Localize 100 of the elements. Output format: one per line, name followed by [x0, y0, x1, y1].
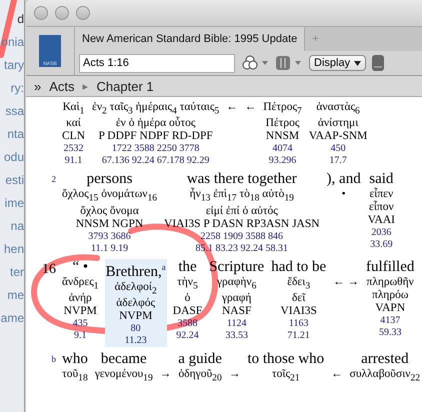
caret-icon[interactable]: [354, 60, 362, 66]
greek-word[interactable]: ὁδηγοῦ$_{20}$: [178, 368, 222, 384]
lemma-text[interactable]: πληρόω: [372, 288, 408, 302]
greek-word[interactable]: ἀδελφοί$_{2}$: [114, 280, 157, 297]
greek-word[interactable]: εἶπεν: [369, 188, 394, 202]
louw-nida-number[interactable]: 11.1 9.19: [90, 242, 128, 255]
word-order-arrow: ←: [244, 101, 256, 114]
display-button[interactable]: Display: [309, 55, 366, 71]
reference-field[interactable]: Acts 1:16: [79, 54, 235, 72]
greek-word[interactable]: πληρωθῆν: [366, 276, 414, 289]
english-word: a guide: [178, 350, 222, 368]
word-order-arrow: ← →: [333, 276, 360, 289]
greek-word[interactable]: Καὶ$_{1}$: [62, 101, 84, 118]
greek-word[interactable]: γραφὴν$_{6}$: [216, 276, 256, 292]
english-word: Brethren,$^{a}$: [106, 260, 166, 281]
lemma-text[interactable]: δεῖ: [292, 292, 306, 305]
lemma-text[interactable]: ἀνίστημι: [318, 117, 358, 130]
expand-button[interactable]: »: [34, 78, 42, 94]
lemma-text[interactable]: Πέτρος: [266, 117, 300, 130]
louw-nida-number[interactable]: 67.136 92.24 67.178 92.29: [102, 155, 210, 168]
greek-word[interactable]: Πέτρος$_{7}$: [263, 101, 302, 118]
english-word: was there together: [186, 171, 297, 188]
strongs-number[interactable]: 1163: [288, 318, 308, 330]
lemma-text[interactable]: εἶπον: [368, 201, 394, 214]
sidebar-text: ame: [0, 311, 24, 325]
greek-word[interactable]: ὄχλος$_{15}$ ὀνομάτων$_{16}$: [62, 188, 158, 205]
louw-nida-number[interactable]: 17.7: [329, 155, 347, 168]
footnote-link[interactable]: b: [40, 350, 56, 364]
lemma-text[interactable]: ἀδελφός: [116, 296, 156, 310]
lemma-text[interactable]: ὄχλος ὄνομα: [80, 204, 139, 218]
sidebar-text: ry:: [10, 81, 24, 95]
morphology-text: CLN: [62, 130, 85, 144]
panel-dropdown-icon[interactable]: [275, 55, 303, 71]
verse-number[interactable]: 16: [40, 258, 56, 278]
breadcrumb-link[interactable]: Acts: [49, 78, 75, 94]
greek-word[interactable]: γενομένου$_{19}$: [94, 368, 153, 384]
greek-word[interactable]: ἔδει$_{3}$: [287, 276, 310, 292]
louw-nida-number[interactable]: 33.69: [370, 239, 393, 252]
strongs-number[interactable]: 80: [130, 322, 141, 335]
english-word: Scripture: [209, 258, 264, 276]
window-button[interactable]: [34, 6, 48, 20]
sidebar-text: ssa: [5, 104, 24, 118]
greek-word[interactable]: ἐν$_{2}$ ταῖς$_{3}$ ἡμέραις$_{4}$ ταύταις$_{5}$: [92, 101, 220, 118]
strongs-number[interactable]: 2258 1909 3588 846: [200, 230, 284, 243]
english-word: to those who: [247, 350, 324, 368]
strongs-number[interactable]: 4137: [380, 314, 400, 327]
separator-arrow: ▸: [82, 80, 89, 92]
english-word: had to be: [271, 258, 326, 276]
louw-nida-number[interactable]: 9.1: [74, 330, 87, 342]
panel-icon[interactable]: [372, 54, 384, 72]
footnote-link[interactable]: a: [162, 262, 166, 272]
morphology-text: NVPM: [119, 310, 152, 323]
english-word: arrested: [361, 350, 409, 368]
window-button[interactable]: [55, 6, 69, 20]
word-order-arrow: →: [160, 368, 172, 381]
morphology-text: P DDPF NDPF RD-DPF: [98, 130, 213, 144]
word-order-arrow: ←: [226, 101, 238, 114]
morphology-text: VIAI3S P DASN RP3ASN JASN: [164, 218, 320, 231]
louw-nida-number[interactable]: 33.53: [225, 330, 248, 342]
document-tab[interactable]: New American Standard Bible: 1995 Update: [75, 27, 304, 51]
english-word: became: [100, 350, 147, 368]
morphology-text: NASF: [222, 304, 252, 318]
greek-word[interactable]: τοῦ$_{18}$: [62, 368, 88, 384]
louw-nida-number[interactable]: 91.1: [64, 155, 82, 168]
strongs-number[interactable]: 2036: [371, 227, 392, 240]
strongs-number[interactable]: 3793 3686: [88, 230, 131, 243]
sidebar-text: na: [10, 219, 24, 233]
strongs-number[interactable]: 450: [330, 143, 346, 156]
lemma-text[interactable]: καί: [66, 117, 81, 130]
louw-nida-number[interactable]: 59.33: [378, 326, 402, 339]
greek-word[interactable]: ἦν$_{13}$ ἐπὶ$_{17}$ τὸ$_{18}$ αὐτὸ$_{19}$: [190, 188, 294, 205]
breadcrumb-link[interactable]: Chapter 1: [96, 78, 154, 94]
circles-dropdown-icon[interactable]: [241, 55, 269, 71]
louw-nida-number[interactable]: 92.24: [176, 330, 199, 342]
strongs-number[interactable]: 1124: [226, 318, 247, 330]
strongs-number[interactable]: 4074: [272, 143, 292, 156]
footnote-link[interactable]: 2: [40, 171, 56, 184]
strongs-number[interactable]: 2532: [64, 143, 84, 156]
greek-word[interactable]: συλλαβοῦσιν$_{22}$: [350, 368, 420, 384]
greek-word[interactable]: ἀναστὰς$_{6}$: [316, 101, 360, 118]
sidebar-text: nta: [7, 127, 24, 141]
lemma-text[interactable]: ὁ: [184, 292, 190, 305]
english-word: who: [62, 350, 88, 368]
window-button[interactable]: [76, 6, 90, 20]
word-order-arrow: •: [342, 188, 346, 202]
louw-nida-number[interactable]: 93.296: [268, 155, 296, 168]
lemma-text[interactable]: εἰμί ἐπί ὁ αὐτός: [206, 204, 278, 218]
louw-nida-number[interactable]: 71.21: [287, 330, 310, 342]
greek-word[interactable]: ἄνδρες$_{1}$: [62, 276, 99, 292]
louw-nida-number[interactable]: 11.23: [124, 334, 147, 347]
lemma-text[interactable]: γραφή: [222, 292, 252, 305]
sidebar-text: tary: [4, 58, 24, 72]
greek-word[interactable]: τὴν$_{5}$: [177, 276, 198, 292]
lemma-text[interactable]: ἐν ὁ ἡμέρα οὗτος: [116, 117, 196, 130]
english-word: ), and: [326, 171, 361, 188]
greek-word[interactable]: τοῖς$_{21}$: [272, 368, 300, 384]
morphology-text: NNSM NGPN: [76, 218, 144, 231]
lemma-text[interactable]: ἀνήρ: [68, 292, 92, 305]
strongs-number[interactable]: 1722 3588 2250 3778: [112, 143, 200, 156]
sidebar-text: ime: [4, 196, 24, 210]
